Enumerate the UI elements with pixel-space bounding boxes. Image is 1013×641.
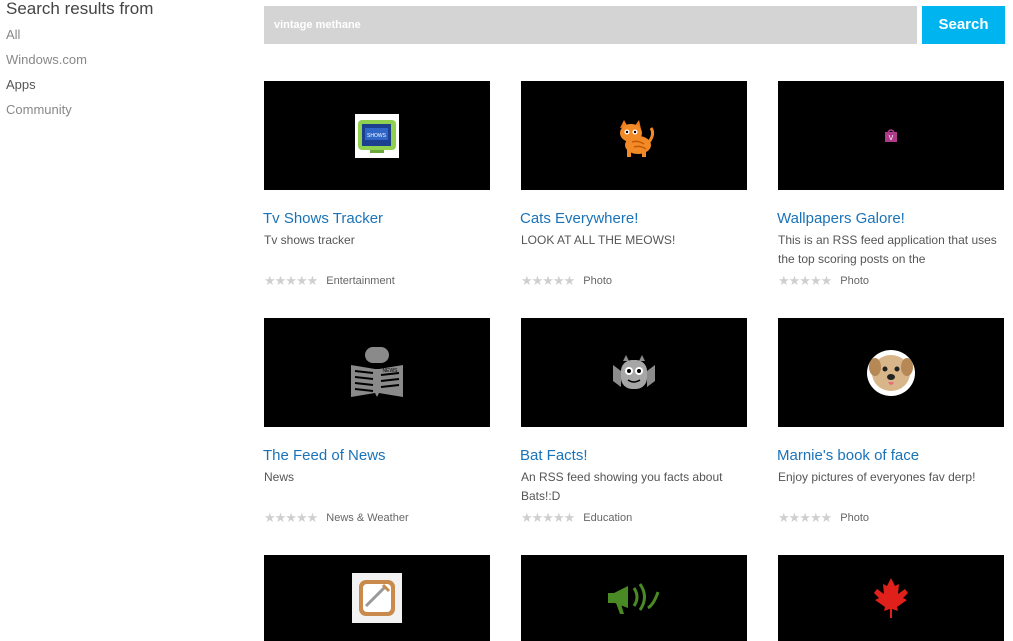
scope-list: All Windows.com Apps Community: [6, 26, 236, 126]
app-description: LOOK AT ALL THE MEOWS!: [521, 233, 676, 247]
app-tile[interactable]: V: [778, 81, 1004, 190]
app-category: News & Weather: [326, 512, 409, 524]
app-card-notepad[interactable]: [264, 555, 490, 641]
search-input[interactable]: vintage methane: [264, 6, 917, 44]
notepad-icon: [352, 573, 402, 623]
app-title[interactable]: Bat Facts!: [520, 446, 747, 466]
scope-item-all[interactable]: All: [6, 26, 236, 51]
search-button[interactable]: Search: [922, 6, 1005, 44]
app-meta: ★★★★★ News & Weather: [264, 510, 490, 526]
app-category: Education: [583, 512, 633, 524]
app-tile[interactable]: [778, 318, 1004, 427]
bag-icon: V: [885, 128, 897, 142]
rating-stars: ★★★★★: [264, 273, 318, 288]
dog-icon: [867, 349, 915, 396]
app-tile[interactable]: [521, 81, 747, 190]
app-category: Photo: [840, 512, 870, 524]
app-description: Tv shows tracker: [264, 233, 355, 247]
tv-icon: SHOWS: [355, 113, 399, 158]
app-card-marnies-book-of-face[interactable]: Marnie's book of face Enjoy pictures of …: [777, 318, 1004, 526]
svg-text:V: V: [889, 135, 894, 142]
app-title[interactable]: Tv Shows Tracker: [263, 209, 490, 229]
app-title[interactable]: Cats Everywhere!: [520, 209, 747, 229]
app-description: An RSS feed showing you facts about Bats…: [521, 470, 723, 503]
app-title[interactable]: Wallpapers Galore!: [777, 209, 1004, 229]
rating-stars: ★★★★★: [521, 510, 575, 525]
app-tile[interactable]: [521, 318, 747, 427]
app-meta: ★★★★★ Photo: [521, 273, 747, 289]
rating-stars: ★★★★★: [521, 273, 575, 288]
sidebar-heading: Search results from: [6, 0, 154, 18]
app-meta: ★★★★★ Education: [521, 510, 747, 526]
app-tile[interactable]: [264, 555, 490, 641]
newspaper-icon: NEWS: [351, 346, 403, 397]
scope-item-community[interactable]: Community: [6, 101, 236, 126]
search-scope-sidebar: Search results from All Windows.com Apps…: [6, 0, 236, 126]
app-category: Photo: [583, 275, 613, 287]
app-tile[interactable]: SHOWS: [264, 81, 490, 190]
app-meta: ★★★★★ Photo: [778, 510, 1004, 526]
app-card-bat-facts[interactable]: Bat Facts! An RSS feed showing you facts…: [520, 318, 747, 526]
app-category: Photo: [840, 275, 870, 287]
app-card-maple-leaf[interactable]: [778, 555, 1004, 641]
app-description: Enjoy pictures of everyones fav derp!: [778, 470, 976, 484]
bat-icon: [613, 354, 655, 389]
app-description: This is an RSS feed application that use…: [778, 233, 997, 266]
app-tile[interactable]: [778, 555, 1004, 641]
cat-icon: [620, 119, 655, 157]
svg-text:NEWS: NEWS: [383, 368, 399, 374]
app-card-wallpapers-galore[interactable]: V Wallpapers Galore! This is an RSS feed…: [777, 81, 1004, 289]
rating-stars: ★★★★★: [264, 510, 318, 525]
app-card-megaphone[interactable]: [521, 555, 747, 641]
app-card-tv-shows-tracker[interactable]: SHOWS Tv Shows Tracker Tv shows tracker …: [263, 81, 490, 289]
app-meta: ★★★★★ Photo: [778, 273, 1004, 289]
app-description: News: [264, 470, 295, 484]
scope-item-windows-com[interactable]: Windows.com: [6, 51, 236, 76]
app-title[interactable]: Marnie's book of face: [777, 446, 1004, 466]
rating-stars: ★★★★★: [778, 510, 832, 525]
megaphone-icon: [608, 583, 660, 614]
app-meta: ★★★★★ Entertainment: [264, 273, 490, 289]
scope-item-apps[interactable]: Apps: [6, 76, 236, 101]
app-title[interactable]: The Feed of News: [263, 446, 490, 466]
rating-stars: ★★★★★: [778, 273, 832, 288]
app-category: Entertainment: [326, 275, 395, 287]
svg-text:SHOWS: SHOWS: [367, 133, 387, 139]
maple-leaf-icon: [874, 578, 908, 618]
app-tile[interactable]: [521, 555, 747, 641]
app-tile[interactable]: NEWS: [264, 318, 490, 427]
app-card-cats-everywhere[interactable]: Cats Everywhere! LOOK AT ALL THE MEOWS! …: [520, 81, 747, 289]
app-card-the-feed-of-news[interactable]: NEWS The Feed of News News ★★★★★ News & …: [263, 318, 490, 526]
